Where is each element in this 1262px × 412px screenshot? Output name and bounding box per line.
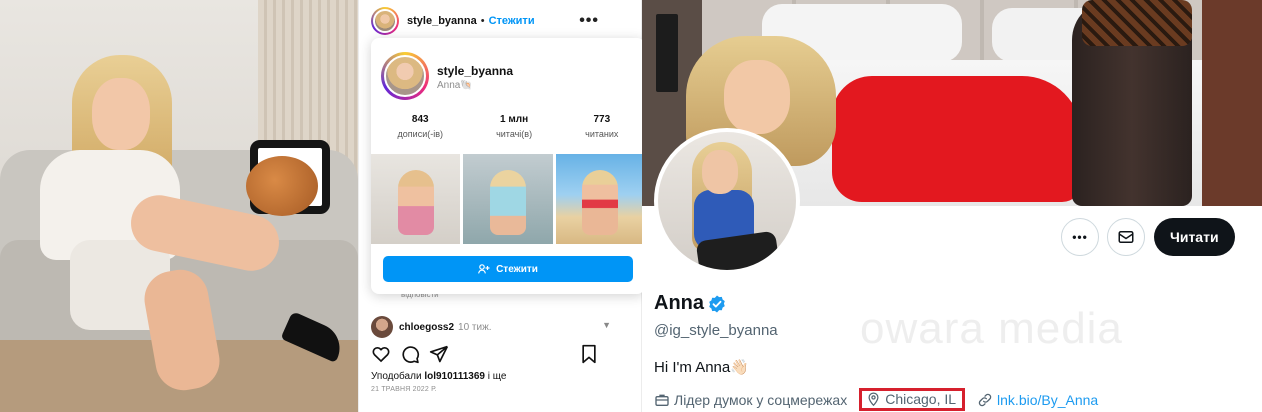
location-label: Chicago, IL — [885, 391, 957, 407]
more-options-icon[interactable]: ••• — [579, 12, 599, 30]
stat-value: 843 — [411, 114, 429, 125]
map-pin-icon — [868, 392, 879, 407]
post-header: style_byanna • Стежити — [359, 0, 643, 42]
comment-icon[interactable] — [400, 344, 420, 364]
add-user-icon — [478, 264, 490, 274]
card-display-name: Anna🐚 — [437, 80, 473, 91]
envelope-icon — [1118, 231, 1134, 243]
twitter-profile-panel: ••• Читати owara media Anna @ig_style_by… — [642, 0, 1262, 412]
comment-row: chloegoss2 10 тиж. — [371, 316, 492, 338]
share-icon[interactable] — [429, 344, 449, 364]
comment-time: 10 тиж. — [458, 321, 492, 333]
message-button[interactable] — [1107, 218, 1145, 256]
instagram-post-panel: style_byanna • Стежити ••• відповісти st… — [358, 0, 645, 412]
likes-line: Уподобали lol910111369 і ще — [371, 371, 506, 382]
post-thumbnail[interactable] — [371, 154, 461, 244]
profile-stats: 843 дописи(-ів) 1 млн читачі(в) 773 чита… — [371, 114, 645, 139]
person-face — [92, 78, 150, 150]
more-icon: ••• — [1072, 230, 1088, 244]
watermark: owara media — [860, 304, 1123, 353]
stat-label: дописи(-ів) — [397, 129, 443, 139]
post-date: 21 ТРАВНЯ 2022 Р. — [371, 386, 437, 393]
stat-followers[interactable]: 1 млн читачі(в) — [496, 114, 532, 139]
profile-name-row: Anna — [654, 292, 727, 315]
post-thumbnail[interactable] — [463, 154, 553, 244]
separator-dot: • — [480, 15, 485, 27]
location-item: Chicago, IL — [859, 388, 966, 411]
more-options-button[interactable]: ••• — [1061, 218, 1099, 256]
follow-link[interactable]: Стежити — [489, 15, 535, 27]
link-icon — [978, 393, 992, 406]
follow-button-label: Стежити — [496, 263, 538, 275]
bookmark-icon[interactable] — [579, 344, 599, 364]
likes-username[interactable]: lol910111369 — [424, 371, 485, 382]
handle: @ig_style_byanna — [654, 322, 778, 339]
stat-label: читаних — [585, 129, 619, 139]
comment-username[interactable]: chloegoss2 — [399, 322, 454, 333]
stat-value: 1 млн — [500, 114, 529, 125]
post-thumbnail[interactable] — [555, 154, 645, 244]
photo-woman-on-sofa — [0, 0, 358, 412]
header-username[interactable]: style_byanna — [407, 15, 477, 27]
avatar[interactable] — [371, 7, 399, 35]
profile-meta: Лідер думок у соцмережах Chicago, IL lnk… — [654, 388, 1110, 411]
profile-avatar[interactable] — [654, 128, 800, 274]
stat-following[interactable]: 773 читаних — [585, 114, 618, 139]
card-avatar[interactable] — [381, 52, 429, 100]
stat-value: 773 — [593, 114, 611, 125]
high-heel-shoe — [1082, 0, 1192, 46]
recent-posts-grid — [371, 154, 645, 244]
follow-button[interactable]: Стежити — [383, 256, 633, 282]
heart-icon[interactable] — [371, 344, 391, 364]
card-username[interactable]: style_byanna — [437, 64, 513, 78]
category-item: Лідер думок у соцмережах — [654, 392, 847, 408]
scroll-down-icon[interactable]: ▼ — [602, 320, 611, 330]
website-link[interactable]: lnk.bio/By_Anna — [997, 392, 1098, 408]
briefcase-icon — [655, 394, 669, 406]
red-dress — [832, 76, 1082, 202]
follow-button[interactable]: Читати — [1154, 218, 1235, 256]
display-name: Anna — [654, 292, 704, 314]
stat-label: читачі(в) — [496, 129, 533, 139]
website-item[interactable]: lnk.bio/By_Anna — [977, 392, 1098, 408]
likes-suffix[interactable]: і ще — [488, 371, 507, 382]
stat-posts: 843 дописи(-ів) — [398, 114, 443, 139]
pillow-orange — [246, 156, 318, 216]
bio: Hi I'm Anna👋🏻 — [654, 359, 749, 376]
profile-hover-card: style_byanna Anna🐚 843 дописи(-ів) 1 млн… — [371, 38, 645, 294]
post-actions — [371, 344, 597, 364]
category-label: Лідер думок у соцмережах — [674, 391, 848, 408]
verified-badge-icon[interactable] — [707, 294, 727, 314]
comment-avatar[interactable] — [371, 316, 393, 338]
likes-prefix: Уподобали — [371, 371, 422, 382]
